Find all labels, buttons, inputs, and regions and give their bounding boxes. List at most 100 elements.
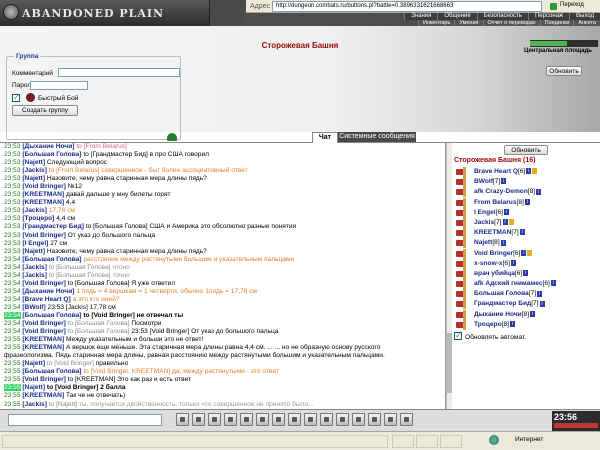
chat-recipient[interactable]: to [Большая Голова]	[49, 264, 111, 271]
scroll-icon[interactable]	[272, 413, 285, 426]
chat-nick[interactable]: [Большая Голова]	[22, 368, 81, 375]
menu-character[interactable]: Персонаж	[527, 13, 570, 20]
chat-nick[interactable]: [Void Bringer]	[22, 328, 65, 335]
tab-system-messages[interactable]: Системные сообщения	[338, 132, 416, 142]
private-message-icon[interactable]	[456, 217, 466, 228]
player-name[interactable]: afk Crazy-Demon	[474, 188, 528, 195]
private-message-icon[interactable]	[456, 279, 466, 290]
chat-nick[interactable]: [Brave Heart Q]	[22, 296, 70, 303]
chat-nick[interactable]: [Void Bringer]	[22, 320, 65, 327]
player-row[interactable]: BWolf[7] i	[452, 177, 600, 188]
create-group-button[interactable]: Создать группу	[12, 105, 78, 116]
private-message-icon[interactable]	[456, 258, 466, 269]
chat-nick[interactable]: [Jackis]	[22, 207, 47, 214]
chat-nick[interactable]: [Jackis]	[22, 264, 47, 271]
chat-nick[interactable]: [KREETMAN]	[22, 344, 64, 351]
player-info-icon[interactable]: i	[550, 280, 556, 287]
smiles-icon[interactable]	[208, 413, 221, 426]
private-message-icon[interactable]	[456, 238, 466, 249]
chat-nick[interactable]: [Void Bringer]	[22, 232, 65, 239]
chat-nick[interactable]: [KREETMAN]	[22, 199, 64, 206]
go-button[interactable]: Переход	[548, 1, 596, 12]
player-name[interactable]: afk Адский гнимамес	[474, 280, 543, 287]
player-row[interactable]: afk Crazy-Demon[8] i	[452, 187, 600, 198]
player-name[interactable]: врач убийца	[474, 270, 515, 277]
player-name[interactable]: I Engel	[474, 209, 496, 216]
private-message-icon[interactable]	[456, 319, 466, 330]
private-message-icon[interactable]	[456, 289, 466, 300]
sound-icon[interactable]	[288, 413, 301, 426]
chat-nick[interactable]: [Троцеро]	[22, 215, 54, 222]
player-name[interactable]: x-snow-x	[474, 260, 503, 267]
player-row[interactable]: Дыхание Ночи[8] i	[452, 309, 600, 320]
player-name[interactable]: Jackis	[474, 219, 494, 226]
menu-security[interactable]: Безопасность	[476, 13, 528, 20]
menu-communication[interactable]: Общение	[437, 13, 477, 20]
player-info-icon[interactable]: i	[524, 198, 530, 205]
refresh-top-button[interactable]: Обновить	[546, 66, 582, 76]
font-icon[interactable]	[336, 413, 349, 426]
chat-recipient[interactable]: to [Большая Голова]	[68, 328, 130, 335]
exit-chat-icon[interactable]	[400, 413, 413, 426]
player-name[interactable]: Brave Heart Q	[474, 168, 518, 175]
menu-knowledge[interactable]: Знания	[404, 13, 438, 20]
comment-input[interactable]	[58, 68, 180, 77]
settings-icon[interactable]	[368, 413, 381, 426]
player-info-icon[interactable]: i	[537, 290, 543, 297]
player-info-icon[interactable]: i	[539, 300, 545, 307]
chat-nick[interactable]: [Большая Голова]	[22, 256, 81, 263]
player-info-icon[interactable]: i	[523, 270, 529, 277]
chat-nick[interactable]: [Jackis]	[22, 272, 47, 279]
player-row[interactable]: afk Адский гнимамес[6] i	[452, 279, 600, 290]
private-message-icon[interactable]	[456, 268, 466, 279]
chat-nick[interactable]: [KREETMAN]	[22, 191, 64, 198]
translit-icon[interactable]	[240, 413, 253, 426]
chat-message-input[interactable]	[8, 414, 162, 426]
chat-nick[interactable]: [KREETMAN]	[22, 392, 64, 399]
player-name[interactable]: Грандмастер Бид	[474, 300, 531, 307]
player-name[interactable]: Void Bringer	[474, 250, 513, 257]
player-info-icon[interactable]: i	[536, 188, 542, 195]
player-row[interactable]: I Engel[6] i	[452, 207, 600, 218]
player-name[interactable]: Большая Голова	[474, 290, 529, 297]
player-name[interactable]: Дыхание Ночи	[474, 311, 522, 318]
player-name[interactable]: BWolf	[474, 178, 493, 185]
chat-recipient[interactable]: to [Najett]	[49, 401, 77, 408]
private-message-icon[interactable]	[456, 177, 466, 188]
player-info-icon[interactable]: i	[510, 259, 516, 266]
player-name[interactable]: KREETMAN	[474, 229, 511, 236]
chat-recipient[interactable]: to [Void Bringer]	[47, 360, 94, 367]
chat-nick[interactable]: [Void Bringer]	[22, 280, 65, 287]
player-info-icon[interactable]: i	[526, 168, 532, 175]
chat-nick[interactable]: [Jackis]	[22, 167, 47, 174]
player-info-icon[interactable]: i	[503, 209, 509, 215]
color-icon[interactable]	[320, 413, 333, 426]
player-info-icon[interactable]: i	[502, 219, 508, 226]
refresh-players-button[interactable]: Обновить	[504, 145, 548, 155]
player-row[interactable]: KREETMAN[7] i	[452, 228, 600, 239]
fast-fight-checkbox[interactable]	[12, 93, 20, 102]
player-row[interactable]: Najett[8] i	[452, 238, 600, 249]
chat-nick[interactable]: [Void Bringer]	[22, 376, 65, 383]
player-row[interactable]: Троцеро[8] i	[452, 319, 600, 330]
player-info-icon[interactable]: i	[530, 310, 536, 317]
player-info-icon[interactable]: i	[519, 229, 525, 236]
private-message-icon[interactable]	[456, 299, 466, 310]
clear-icon[interactable]	[192, 413, 205, 426]
player-info-icon[interactable]: i	[500, 239, 506, 246]
player-row[interactable]: Грандмастер Бид[7] i	[452, 299, 600, 310]
player-name[interactable]: From Belarus	[474, 199, 517, 206]
private-message-icon[interactable]	[456, 248, 466, 259]
chat-nick[interactable]: [Void Bringer]	[22, 183, 65, 190]
private-icon[interactable]	[304, 413, 317, 426]
private-message-icon[interactable]	[456, 207, 466, 218]
chat-nick[interactable]: [Najett]	[22, 175, 45, 182]
player-row[interactable]: Большая Голова[7] i	[452, 289, 600, 300]
chat-nick[interactable]: [Najett]	[22, 384, 45, 391]
player-info-icon[interactable]: i	[521, 249, 527, 256]
password-input[interactable]	[30, 81, 88, 90]
chat-nick[interactable]: [KREETMAN]	[22, 336, 64, 343]
help-icon[interactable]	[384, 413, 397, 426]
chat-recipient[interactable]: to [From Belarus]	[49, 167, 100, 174]
player-name[interactable]: Najett	[474, 239, 492, 246]
